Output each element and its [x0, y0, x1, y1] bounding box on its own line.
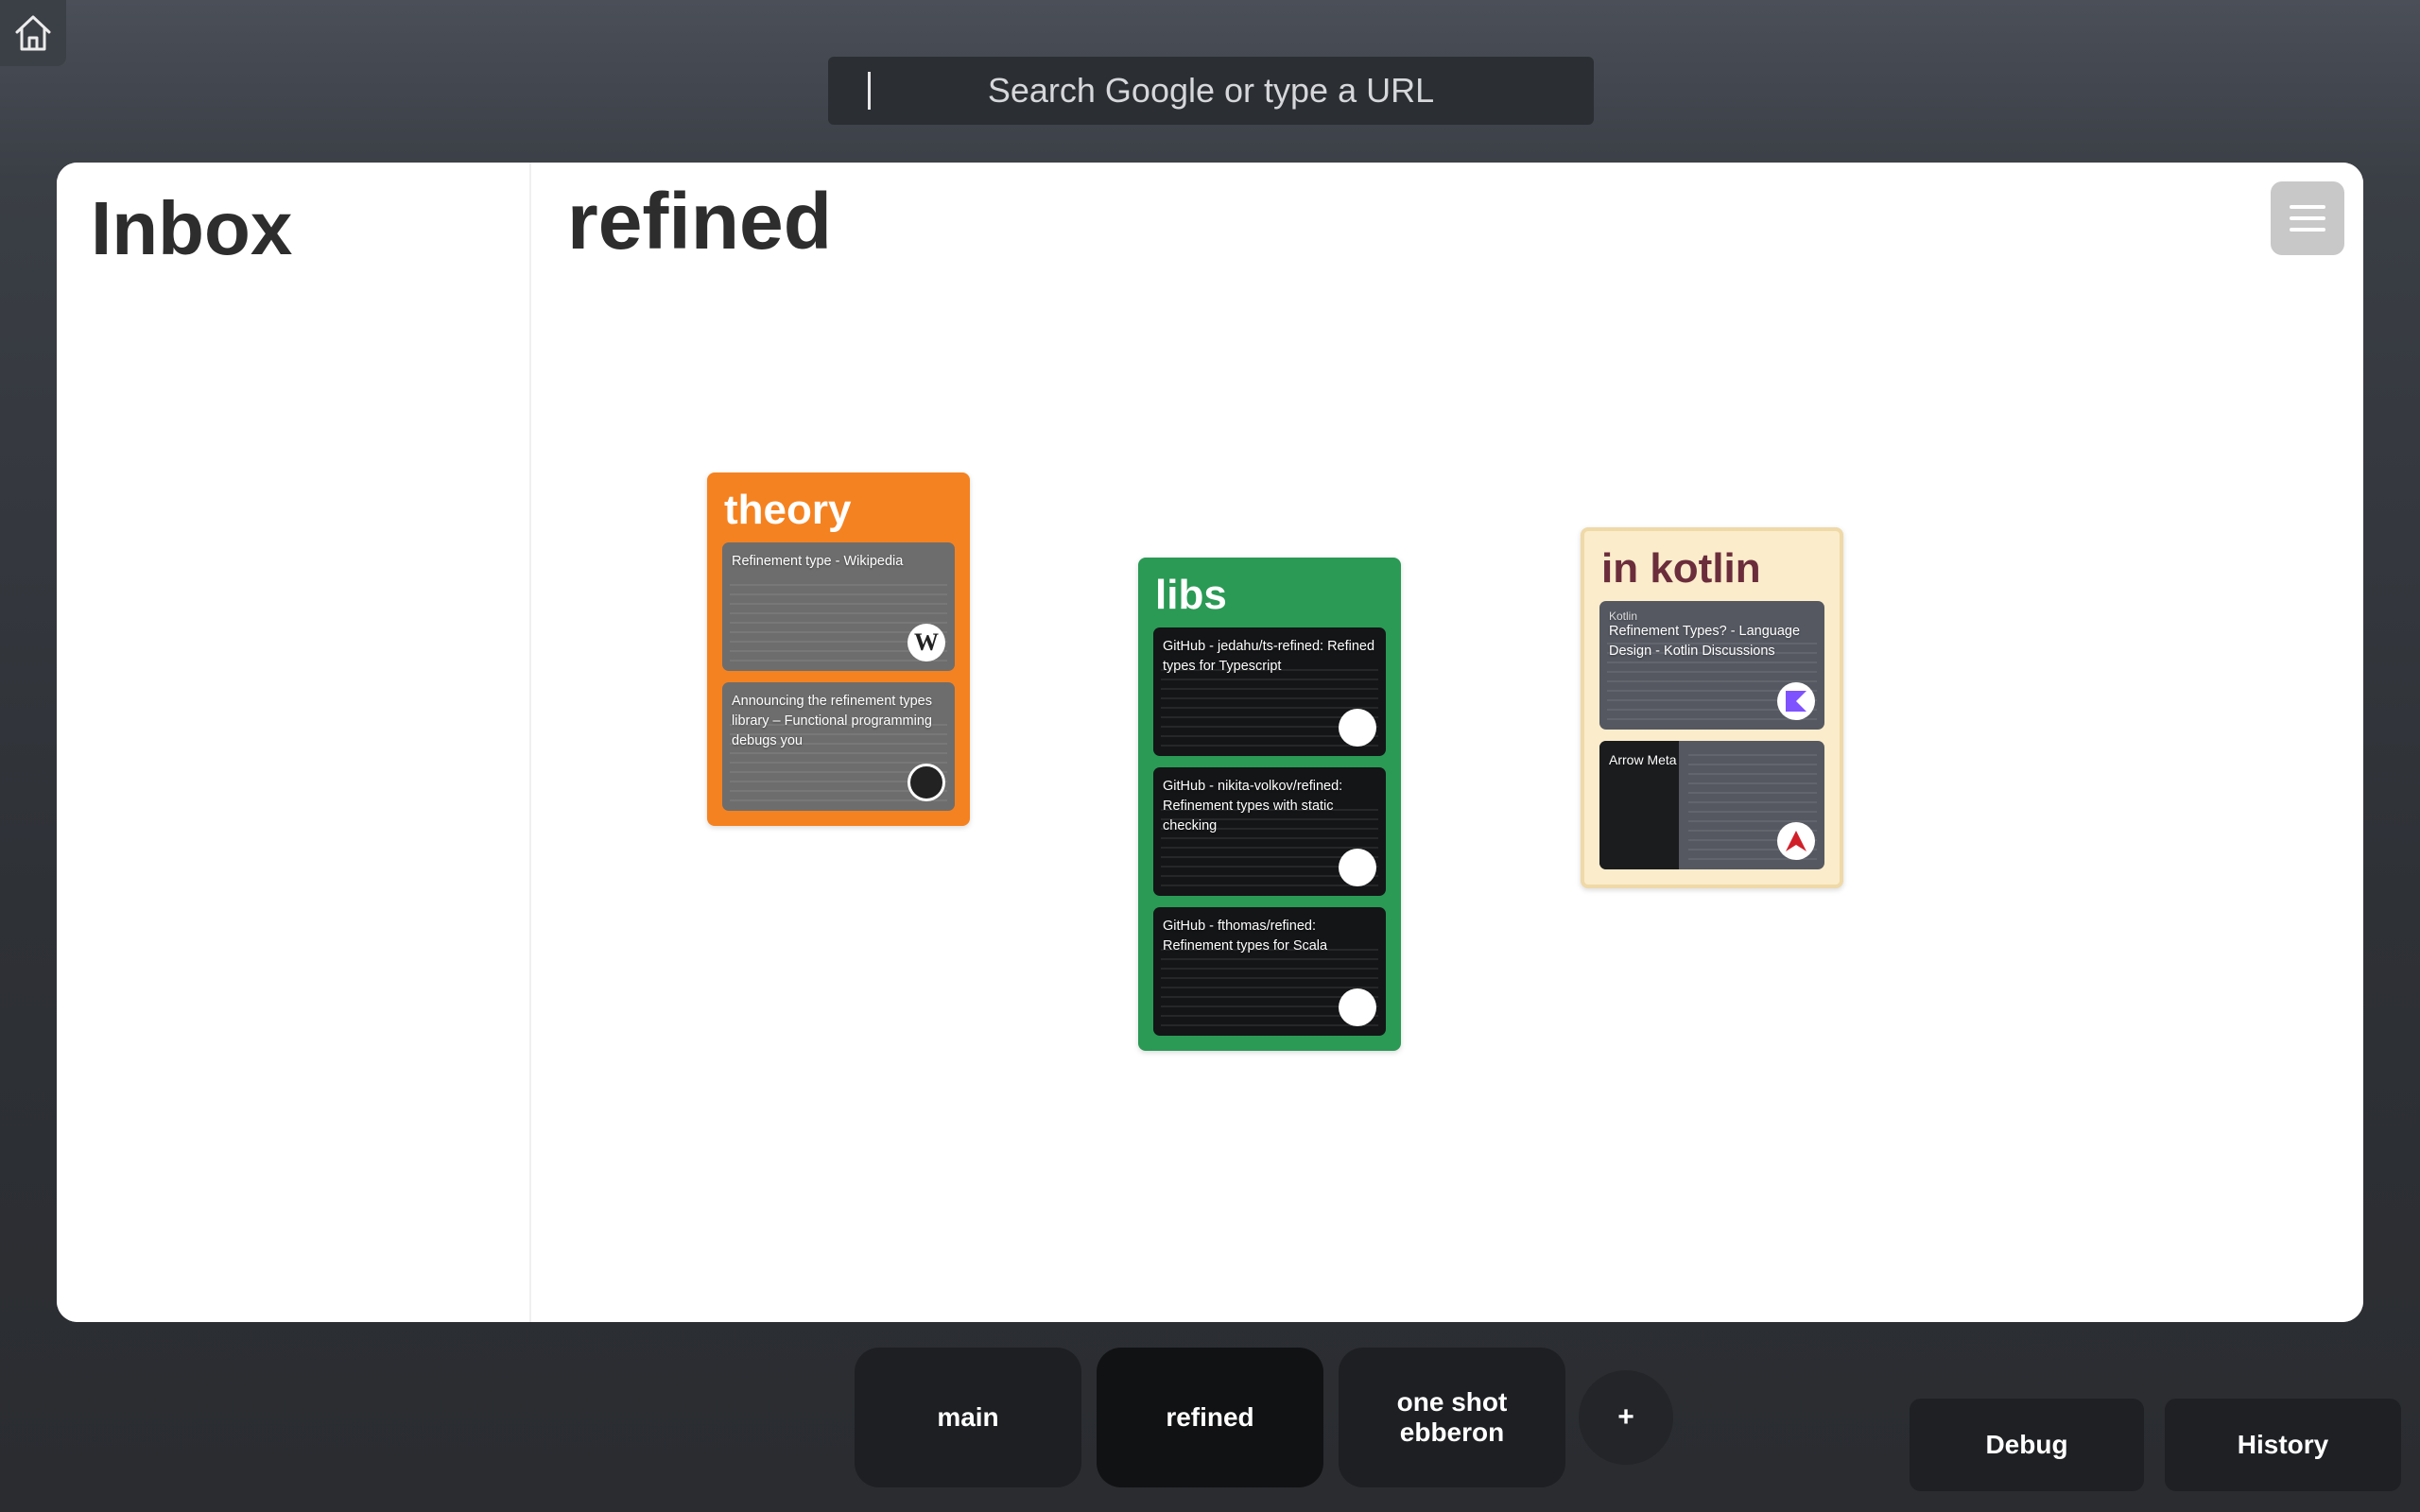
main-panel: Inbox refined theory Refinement type - W…: [57, 163, 2363, 1322]
wikipedia-icon: W: [908, 624, 945, 662]
group-title[interactable]: in kotlin: [1601, 546, 1824, 592]
github-icon: [1339, 709, 1376, 747]
arrow-icon: [1777, 822, 1815, 860]
site-label: Kotlin: [1609, 610, 1638, 623]
kotlin-icon: [1777, 682, 1815, 720]
hamburger-icon: [2290, 205, 2325, 209]
github-icon: [1339, 849, 1376, 886]
tab-title: GitHub - jedahu/ts-refined: Refined type…: [1163, 639, 1375, 674]
tab-group-in-kotlin[interactable]: in kotlin Kotlin Refinement Types? - Lan…: [1581, 527, 1843, 888]
github-icon: [1339, 988, 1376, 1026]
tab-tile[interactable]: Refinement type - Wikipedia W: [722, 542, 955, 671]
tab-tile[interactable]: GitHub - fthomas/refined: Refinement typ…: [1153, 907, 1386, 1036]
tab-tile[interactable]: Announcing the refinement types library …: [722, 682, 955, 811]
space-tab-label: one shot ebberon: [1396, 1387, 1508, 1447]
tab-group-theory[interactable]: theory Refinement type - Wikipedia W Ann…: [707, 472, 970, 826]
tab-title: GitHub - nikita-volkov/refined: Refineme…: [1163, 779, 1343, 833]
search-bar[interactable]: Search Google or type a URL: [828, 57, 1594, 125]
site-label: Arrow Meta: [1609, 752, 1677, 767]
tab-title: Announcing the refinement types library …: [732, 694, 932, 748]
home-icon: [15, 15, 51, 51]
tab-tile[interactable]: Kotlin Refinement Types? - Language Desi…: [1599, 601, 1824, 730]
tab-title: Refinement type - Wikipedia: [732, 554, 904, 569]
inbox-title: Inbox: [91, 186, 293, 270]
text-caret: [868, 72, 871, 110]
site-avatar-icon: [908, 764, 945, 801]
group-title[interactable]: libs: [1155, 573, 1386, 618]
group-title[interactable]: theory: [724, 488, 955, 533]
inbox-column: Inbox: [57, 163, 531, 1322]
history-button[interactable]: History: [2165, 1399, 2401, 1491]
space-canvas[interactable]: refined theory Refinement type - Wikiped…: [531, 163, 2363, 1322]
space-tab-one-shot-ebberon[interactable]: one shot ebberon: [1339, 1348, 1565, 1487]
tab-tile[interactable]: GitHub - jedahu/ts-refined: Refined type…: [1153, 627, 1386, 756]
tab-tile[interactable]: GitHub - nikita-volkov/refined: Refineme…: [1153, 767, 1386, 896]
space-tab-refined[interactable]: refined: [1097, 1348, 1323, 1487]
tab-tile[interactable]: Arrow Meta: [1599, 741, 1824, 869]
space-tab-main[interactable]: main: [855, 1348, 1081, 1487]
search-placeholder: Search Google or type a URL: [987, 71, 1435, 110]
add-space-button[interactable]: +: [1579, 1370, 1673, 1465]
home-button[interactable]: [0, 0, 66, 66]
debug-button[interactable]: Debug: [1910, 1399, 2144, 1491]
tab-title: GitHub - fthomas/refined: Refinement typ…: [1163, 919, 1328, 954]
space-title[interactable]: refined: [567, 176, 832, 267]
tab-group-libs[interactable]: libs GitHub - jedahu/ts-refined: Refined…: [1138, 558, 1401, 1051]
tab-title: Refinement Types? - Language Design - Ko…: [1609, 624, 1801, 659]
menu-button[interactable]: [2271, 181, 2344, 255]
